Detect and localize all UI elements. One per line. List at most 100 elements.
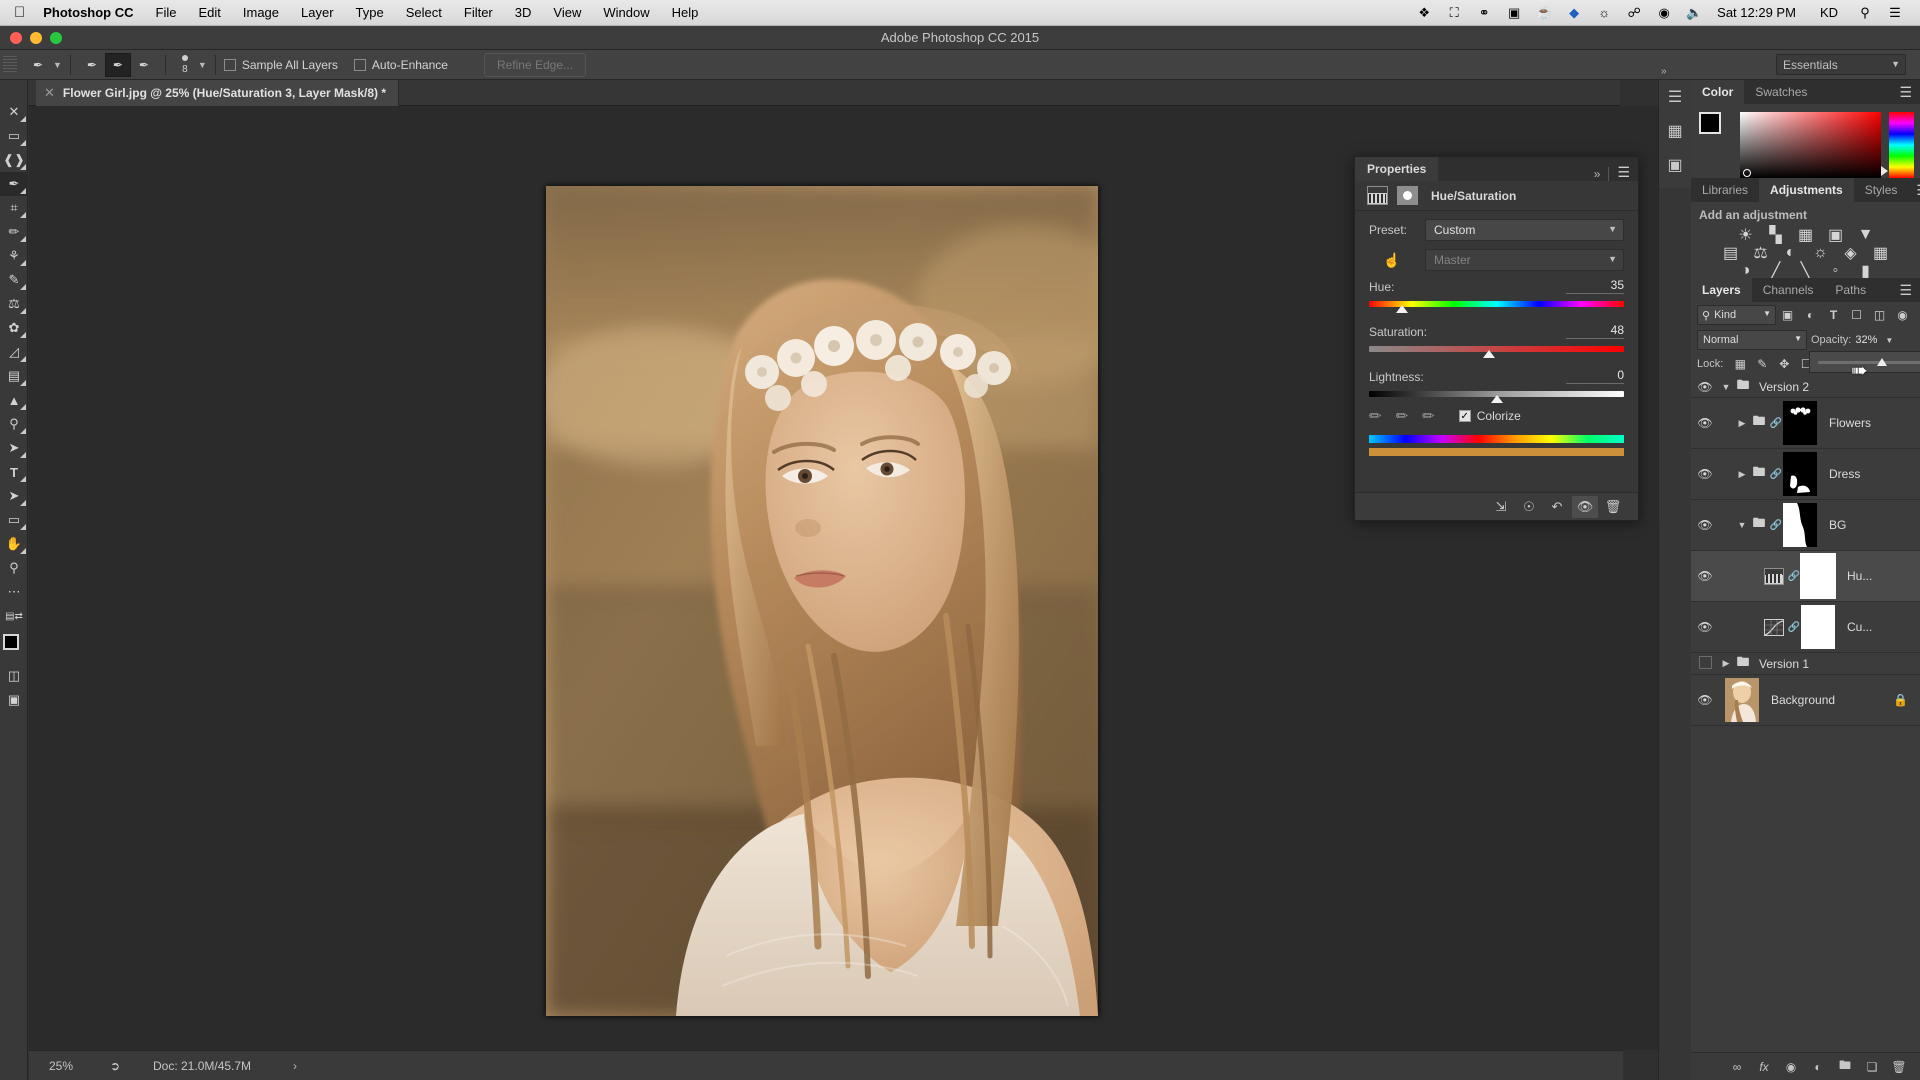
- lasso-tool[interactable]: ❰❱: [0, 148, 28, 172]
- crop-tool[interactable]: ⌗: [0, 196, 28, 220]
- menu-help[interactable]: Help: [661, 5, 710, 20]
- saturation-slider-thumb[interactable]: [1482, 350, 1495, 358]
- foreground-color-swatch[interactable]: [1699, 112, 1721, 134]
- visibility-toggle[interactable]: 👁: [1691, 416, 1719, 430]
- adjustment-filter-icon[interactable]: ◐: [1799, 305, 1822, 325]
- visibility-toggle[interactable]: 👁: [1691, 467, 1719, 481]
- brush-picker-chevron-down-icon[interactable]: ▼: [198, 60, 207, 70]
- eraser-tool[interactable]: ◿: [0, 340, 28, 364]
- binoculars-icon[interactable]: ☼: [1589, 5, 1619, 20]
- channel-select[interactable]: Master ▼: [1425, 249, 1624, 271]
- close-icon[interactable]: ✕: [44, 85, 55, 101]
- chevron-down-icon[interactable]: ▼: [1719, 382, 1733, 392]
- channels-panel-icon[interactable]: ▣: [1659, 148, 1691, 182]
- menu-window[interactable]: Window: [592, 5, 660, 20]
- tab-color[interactable]: Color: [1691, 80, 1745, 104]
- lightness-track[interactable]: [1369, 391, 1624, 403]
- auto-enhance-checkbox[interactable]: Auto-Enhance: [353, 58, 448, 72]
- apple-menu-icon[interactable]: : [0, 5, 39, 20]
- diamond-icon[interactable]: ◆: [1559, 5, 1589, 21]
- layer-row-curves[interactable]: 👁 🔗 Cu...: [1691, 602, 1920, 653]
- properties-panel-icon[interactable]: ▦: [1659, 114, 1691, 148]
- smart-object-filter-icon[interactable]: ◫: [1868, 305, 1891, 325]
- share-icon[interactable]: ➲: [95, 1059, 135, 1073]
- eyedropper-tool[interactable]: ✏: [0, 220, 28, 244]
- volume-icon[interactable]: 🔈: [1679, 5, 1709, 21]
- layer-mask-thumbnail[interactable]: [1801, 605, 1835, 649]
- layer-row-background[interactable]: 👁 Background 🔒: [1691, 675, 1920, 726]
- color-balance-icon[interactable]: ⚖: [1752, 245, 1770, 262]
- layer-mask-thumbnail[interactable]: [1783, 452, 1817, 496]
- eyedropper-subtract-icon[interactable]: ✏: [1422, 407, 1435, 425]
- menu-type[interactable]: Type: [345, 5, 395, 20]
- type-filter-icon[interactable]: T: [1822, 305, 1845, 325]
- tab-adjustments[interactable]: Adjustments: [1759, 178, 1854, 202]
- foreground-background-swatches[interactable]: [1699, 112, 1733, 146]
- more-tools[interactable]: ⋯: [0, 580, 28, 604]
- options-bar-grip[interactable]: [3, 55, 17, 74]
- screen-record-icon[interactable]: ⛶: [1439, 5, 1469, 21]
- menubar-user[interactable]: KD: [1808, 5, 1850, 20]
- exposure-icon[interactable]: ▣: [1827, 227, 1845, 244]
- lock-image-icon[interactable]: ✎: [1751, 354, 1773, 374]
- workspace-selector[interactable]: Essentials ▼: [1776, 54, 1906, 75]
- opacity-slider-thumb[interactable]: [1877, 357, 1888, 366]
- menubar-clock[interactable]: Sat 12:29 PM: [1709, 5, 1808, 20]
- menu-layer[interactable]: Layer: [290, 5, 345, 20]
- channel-mixer-icon[interactable]: ◈: [1842, 245, 1860, 262]
- photo-filter-icon[interactable]: ☼: [1812, 244, 1830, 261]
- hue-slider-thumb[interactable]: [1396, 305, 1409, 313]
- refine-edge-button[interactable]: Refine Edge...: [483, 52, 587, 77]
- link-icon[interactable]: 🔗: [1787, 571, 1801, 582]
- sample-all-layers-checkbox[interactable]: Sample All Layers: [223, 58, 338, 72]
- hue-value[interactable]: 35: [1566, 278, 1624, 294]
- bluetooth-icon[interactable]: ☍: [1619, 5, 1649, 21]
- path-selection-tool[interactable]: ➤: [0, 484, 28, 508]
- gradient-map-icon[interactable]: ▮: [1857, 263, 1875, 280]
- menu-select[interactable]: Select: [395, 5, 453, 20]
- layer-thumbnail[interactable]: [1725, 678, 1759, 722]
- filter-toggle-icon[interactable]: ◉: [1891, 305, 1914, 325]
- black-white-icon[interactable]: ◐: [1782, 244, 1800, 261]
- tab-layers[interactable]: Layers: [1691, 278, 1752, 302]
- marquee-tool[interactable]: ▭: [0, 124, 28, 148]
- targeted-adjustment-icon[interactable]: ☝: [1369, 252, 1415, 269]
- shape-filter-icon[interactable]: ☐: [1845, 305, 1868, 325]
- clone-stamp-tool[interactable]: ⚖: [0, 292, 28, 316]
- properties-panel[interactable]: Properties » ☰ Hue/Saturation Preset: Cu…: [1354, 156, 1639, 521]
- selection-add-icon[interactable]: ✒: [104, 52, 131, 77]
- dodge-tool[interactable]: ⚲: [0, 412, 28, 436]
- delete-layer-icon[interactable]: 🗑: [1890, 1060, 1908, 1074]
- coffee-icon[interactable]: ☕: [1529, 5, 1559, 21]
- pixel-filter-icon[interactable]: ▣: [1776, 305, 1799, 325]
- tab-paths[interactable]: Paths: [1824, 278, 1877, 302]
- layer-row-hue-saturation[interactable]: 👁 🔗 Hu...: [1691, 551, 1920, 602]
- curves-icon[interactable]: [1761, 616, 1787, 638]
- chevron-down-icon[interactable]: ▼: [1735, 520, 1749, 530]
- link-icon[interactable]: 🔗: [1787, 622, 1801, 633]
- hue-saturation-icon[interactable]: ▤: [1722, 245, 1740, 262]
- selection-new-icon[interactable]: ✒: [79, 53, 105, 77]
- type-tool[interactable]: T: [0, 460, 28, 484]
- hand-tool[interactable]: ✋: [0, 532, 28, 556]
- tab-swatches[interactable]: Swatches: [1744, 80, 1818, 104]
- chevron-right-icon[interactable]: ▶: [1735, 418, 1749, 429]
- link-icon[interactable]: 🔗: [1769, 520, 1783, 531]
- double-chevron-icon[interactable]: »: [1586, 167, 1609, 181]
- layer-group-version-1[interactable]: ▶ 🖿 Version 1: [1691, 653, 1920, 675]
- layer-list[interactable]: 👁 ▼ 🖿 Version 2 👁 ▶ 🖿 🔗 Flowers 👁 ▶ 🖿 🔗 …: [1691, 376, 1920, 1052]
- visibility-toggle[interactable]: 👁: [1691, 620, 1719, 634]
- layer-mask-thumbnail[interactable]: [1783, 503, 1817, 547]
- lock-transparency-icon[interactable]: ▦: [1729, 354, 1751, 374]
- layer-mask-icon[interactable]: ◉: [1782, 1060, 1800, 1074]
- color-lookup-icon[interactable]: ▦: [1872, 245, 1890, 262]
- screen-mode-icon[interactable]: ▣: [0, 688, 28, 712]
- panel-menu-icon[interactable]: ☰: [1891, 84, 1920, 101]
- lightness-slider-thumb[interactable]: [1490, 395, 1503, 403]
- colorize-checkbox[interactable]: ✓ Colorize: [1458, 409, 1521, 423]
- link-layers-icon[interactable]: ∞: [1728, 1060, 1746, 1074]
- panel-menu-icon[interactable]: ☰: [1609, 164, 1638, 181]
- tab-libraries[interactable]: Libraries: [1691, 178, 1759, 202]
- brush-tool[interactable]: ✎: [0, 268, 28, 292]
- search-icon[interactable]: ⚲: [1850, 5, 1880, 21]
